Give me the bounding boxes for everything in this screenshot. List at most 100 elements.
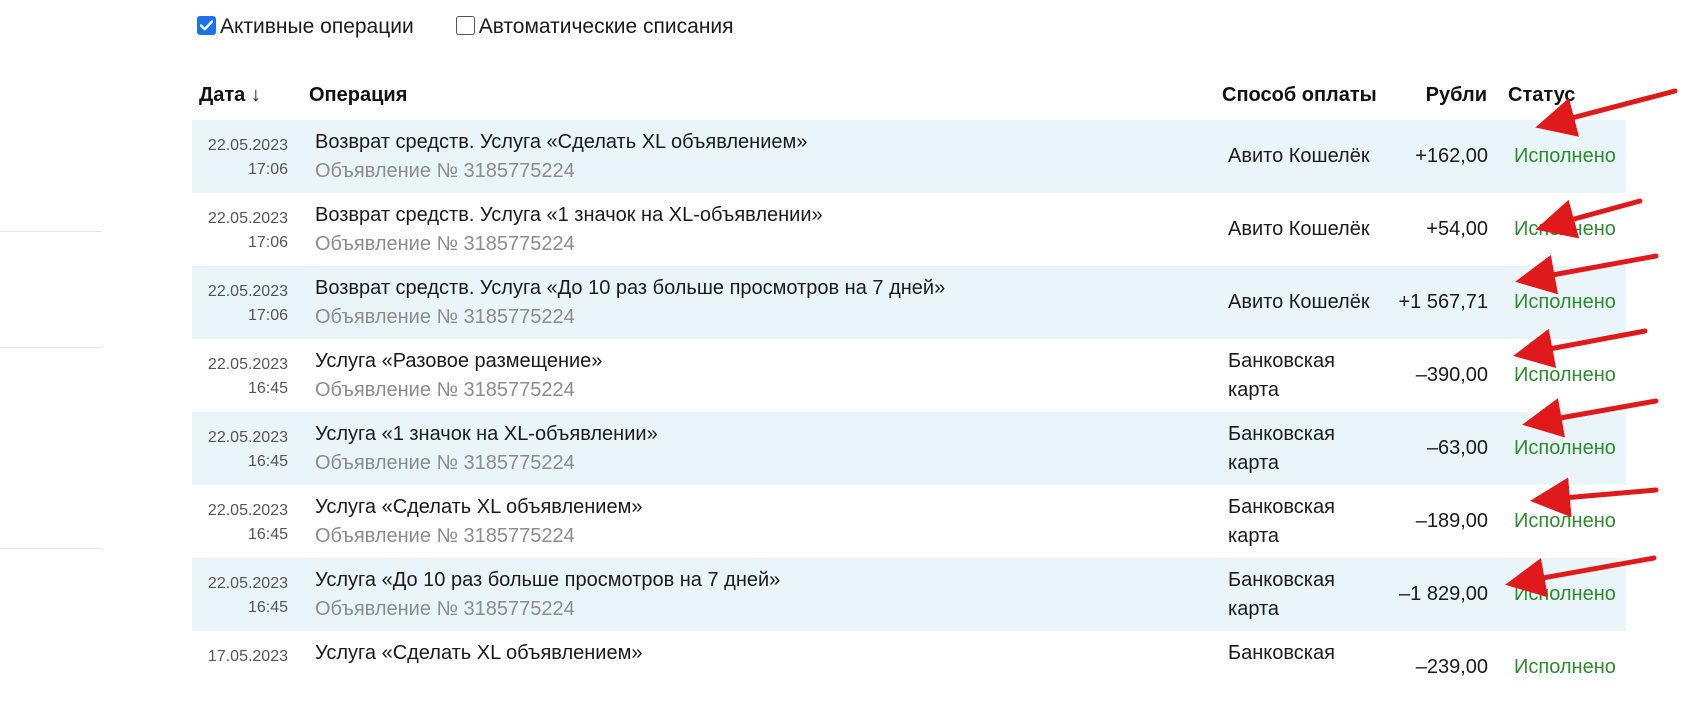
status-label: Исполнено (1514, 364, 1616, 386)
column-header-operation: Операция (309, 84, 408, 106)
ad-number[interactable]: Объявление № 3185775224 (315, 595, 780, 624)
operation-description: Услуга «Разовое размещение» Объявление № … (315, 347, 602, 405)
payment-method-line1: Авито Кошелёк (1228, 291, 1370, 313)
amount-rubles: +162,00 (1415, 145, 1488, 167)
operation-datetime: 22.05.2023 17:06 (192, 280, 288, 328)
table-row[interactable]: 22.05.2023 17:06 Возврат средств. Услуга «… (192, 193, 1626, 266)
sidebar-divider (0, 548, 102, 549)
auto-charges-label: Автоматические списания (478, 15, 734, 38)
operation-title: Возврат средств. Услуга «1 значок на XL-… (315, 204, 823, 226)
ad-number[interactable]: Объявление № 3185775224 (315, 230, 823, 259)
amount-rubles: –390,00 (1415, 364, 1488, 386)
operation-time: 17:06 (247, 161, 288, 178)
operation-date: 22.05.2023 (207, 210, 288, 227)
operation-time: 16:45 (247, 599, 288, 616)
ad-number[interactable]: Объявление № 3185775224 (315, 449, 658, 478)
payment-method: Банковская (1228, 639, 1378, 668)
amount-rubles: +54,00 (1426, 218, 1488, 240)
payment-method-line2: карта (1228, 598, 1280, 620)
ad-number[interactable]: Объявление № 3185775224 (315, 157, 807, 186)
operation-description: Услуга «Сделать XL объявлением» Объявлени… (315, 493, 642, 551)
status-label: Исполнено (1514, 583, 1616, 605)
table-row[interactable]: 22.05.2023 17:06 Возврат средств. Услуга «… (192, 120, 1626, 193)
payment-method-line1: Банковская (1228, 569, 1335, 591)
payment-method: Банковская карта (1228, 420, 1378, 478)
operation-title: Услуга «Разовое размещение» (315, 350, 603, 372)
amount-rubles: –189,00 (1415, 510, 1488, 532)
payment-method-line1: Банковская (1228, 350, 1335, 372)
column-header-payment: Способ оплаты (1222, 84, 1377, 106)
operation-date: 22.05.2023 (207, 502, 288, 519)
operation-date: 22.05.2023 (207, 356, 288, 373)
operation-date: 22.05.2023 (207, 137, 288, 154)
payment-method-line2: карта (1228, 452, 1280, 474)
ad-number[interactable]: Объявление № 3185775224 (315, 522, 642, 551)
operation-title: Услуга «1 значок на XL-объявлении» (315, 423, 658, 445)
operation-description: Услуга «1 значок на XL-объявлении» Объявл… (315, 420, 658, 478)
table-row[interactable]: 22.05.2023 17:06 Возврат средств. Услуга «… (192, 266, 1626, 339)
operation-title: Возврат средств. Услуга «До 10 раз больш… (315, 277, 946, 299)
status-label: Исполнено (1514, 145, 1616, 167)
payment-method: Авито Кошелёк (1228, 288, 1378, 317)
payment-method: Авито Кошелёк (1228, 142, 1378, 171)
payment-method-line1: Авито Кошелёк (1228, 145, 1370, 167)
status-label: Исполнено (1514, 218, 1616, 240)
operation-date: 22.05.2023 (207, 283, 288, 300)
payment-method-line1: Авито Кошелёк (1228, 218, 1370, 240)
payment-method-line2: карта (1228, 379, 1280, 401)
operation-time: 16:45 (247, 526, 288, 543)
operation-date: 22.05.2023 (207, 575, 288, 592)
table-row[interactable]: 22.05.2023 16:45 Услуга «Сделать XL объявл… (192, 485, 1626, 558)
column-header-rubles: Рубли (1425, 84, 1487, 106)
operation-time: 17:06 (247, 307, 288, 324)
status-label: Исполнено (1514, 437, 1616, 459)
operation-date: 17.05.2023 (207, 648, 288, 665)
operation-datetime: 22.05.2023 16:45 (192, 426, 288, 474)
auto-charges-checkbox[interactable] (455, 15, 475, 35)
operation-description: Возврат средств. Услуга «До 10 раз больш… (315, 274, 945, 332)
operation-time: 16:45 (247, 453, 288, 470)
table-row[interactable]: 17.05.2023 Услуга «Сделать XL объявлением… (192, 631, 1626, 704)
amount-rubles: –239,00 (1415, 656, 1488, 678)
status-label: Исполнено (1514, 510, 1616, 532)
payment-method: Банковская карта (1228, 493, 1378, 551)
payment-method: Авито Кошелёк (1228, 215, 1378, 244)
operation-datetime: 22.05.2023 17:06 (192, 207, 288, 255)
filters-bar: Активные операции Автоматические списани… (197, 15, 776, 39)
table-row[interactable]: 22.05.2023 16:45 Услуга «1 значок на XL-об… (192, 412, 1626, 485)
check-icon (200, 19, 213, 30)
operation-datetime: 22.05.2023 16:45 (192, 353, 288, 401)
table-header: Дата ↓ Операция Способ оплаты Рубли Стат… (0, 84, 1683, 114)
payment-method-line1: Банковская (1228, 642, 1335, 664)
sidebar-divider (0, 231, 102, 232)
active-operations-label: Активные операции (220, 15, 414, 38)
operation-description: Возврат средств. Услуга «Сделать XL объя… (315, 128, 807, 186)
table-row[interactable]: 22.05.2023 16:45 Услуга «До 10 раз больше … (192, 558, 1626, 631)
operation-datetime: 22.05.2023 17:06 (192, 134, 288, 182)
operation-description: Возврат средств. Услуга «1 значок на XL-… (315, 201, 823, 259)
auto-charges-filter[interactable]: Автоматические списания (455, 15, 734, 39)
payment-method: Банковская карта (1228, 347, 1378, 405)
operation-datetime: 17.05.2023 (192, 645, 288, 669)
table-row[interactable]: 22.05.2023 16:45 Услуга «Разовое размещени… (192, 339, 1626, 412)
operation-time: 16:45 (247, 380, 288, 397)
active-operations-checkbox[interactable] (197, 15, 216, 35)
operation-title: Услуга «Сделать XL объявлением» (315, 642, 643, 664)
column-header-status: Статус (1508, 84, 1576, 106)
operation-date: 22.05.2023 (207, 429, 288, 446)
ad-number[interactable]: Объявление № 3185775224 (315, 376, 602, 405)
operation-datetime: 22.05.2023 16:45 (192, 499, 288, 547)
amount-rubles: –63,00 (1426, 437, 1488, 459)
operation-title: Возврат средств. Услуга «Сделать XL объя… (315, 131, 808, 153)
status-label: Исполнено (1514, 291, 1616, 313)
payment-method-line1: Банковская (1228, 496, 1335, 518)
payment-method-line2: карта (1228, 525, 1280, 547)
operation-datetime: 22.05.2023 16:45 (192, 572, 288, 620)
operation-title: Услуга «Сделать XL объявлением» (315, 496, 643, 518)
payment-method: Банковская карта (1228, 566, 1378, 624)
status-label: Исполнено (1514, 656, 1616, 678)
operation-description: Услуга «Сделать XL объявлением» (315, 639, 642, 668)
column-header-date[interactable]: Дата ↓ (199, 84, 261, 107)
ad-number[interactable]: Объявление № 3185775224 (315, 303, 945, 332)
active-operations-filter[interactable]: Активные операции (197, 15, 414, 39)
